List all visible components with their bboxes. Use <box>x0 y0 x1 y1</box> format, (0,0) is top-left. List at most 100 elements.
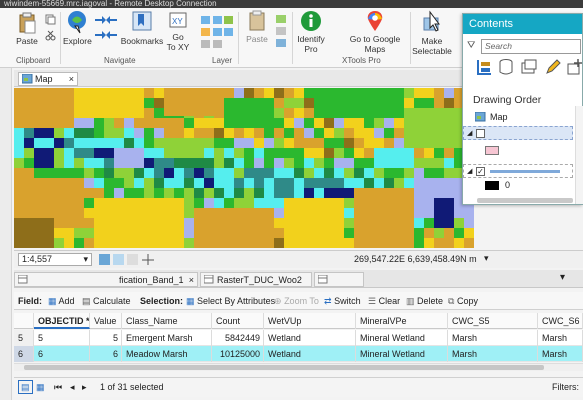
bookmarks-icon <box>132 11 152 31</box>
raster-cell <box>104 128 114 138</box>
select-by-attributes-button[interactable]: ▦ Select By Attributes <box>186 292 275 310</box>
identify-pro-button[interactable]: Identify Pro <box>294 10 328 54</box>
make-selectable-button[interactable]: Make Selectable <box>406 10 458 56</box>
map-nav-tools-icon[interactable] <box>98 253 162 267</box>
filter-icon[interactable]: ⛛ <box>467 40 475 51</box>
add-field-button[interactable]: ▦ Add <box>48 292 75 310</box>
map-tab[interactable]: Map × <box>18 72 78 86</box>
row-number[interactable]: 5 <box>14 330 34 346</box>
table-cell[interactable]: Wetland <box>264 330 356 346</box>
table-cell[interactable]: Meadow Marsh <box>122 346 212 362</box>
collapse-icon[interactable]: ◢ <box>467 127 472 141</box>
close-icon[interactable]: × <box>189 273 194 286</box>
database-icon[interactable] <box>499 59 513 75</box>
raster-map-canvas[interactable] <box>14 88 474 248</box>
scroll-thumb[interactable] <box>24 365 544 370</box>
close-icon[interactable]: × <box>69 73 74 85</box>
column-header[interactable]: CWC_S5 <box>448 313 538 329</box>
column-header[interactable]: MineralVPe <box>356 313 448 329</box>
layer-row-highlighted[interactable]: ◢ <box>463 126 573 140</box>
table-cell[interactable]: 10125000 <box>212 346 264 362</box>
raster-cell <box>284 128 294 138</box>
copy-button[interactable]: ⧉ Copy <box>448 292 478 310</box>
layers-icon[interactable] <box>521 59 537 75</box>
field-label: Field: <box>18 296 42 306</box>
nav-small-tools[interactable] <box>200 14 234 52</box>
table-cell[interactable]: 5842449 <box>212 330 264 346</box>
table-cell[interactable]: Mineral Wetland <box>356 346 448 362</box>
first-record-icon[interactable]: ⏮ <box>54 378 62 396</box>
table-row-selected[interactable]: 6 6 6 Meadow Marsh 10125000 Wetland Mine… <box>14 346 583 362</box>
zoom-to-button[interactable]: ⊕ Zoom To <box>274 292 319 310</box>
switch-selection-button[interactable]: ⇄ Switch <box>324 292 361 310</box>
table-cell[interactable]: 6 <box>90 346 122 362</box>
table-tab-third[interactable] <box>314 272 364 287</box>
collapse-icon[interactable]: ◢ <box>467 165 472 179</box>
column-header[interactable]: Value <box>90 313 122 329</box>
raster-cell <box>274 218 284 228</box>
table-cell[interactable]: 5 <box>90 330 122 346</box>
table-tab-classification[interactable]: fication_Band_1 × <box>14 272 198 287</box>
chevron-down-icon[interactable]: ▾ <box>560 272 565 283</box>
copy-icon <box>45 14 55 25</box>
column-header[interactable]: Class_Name <box>122 313 212 329</box>
layer-row-raster[interactable]: ◢ ✓ <box>463 164 573 178</box>
cut-button[interactable] <box>44 30 56 43</box>
raster-cell <box>264 148 274 158</box>
table-cell[interactable]: 5 <box>34 330 90 346</box>
table-view-icon[interactable]: ▤ <box>18 380 33 394</box>
previous-record-icon[interactable]: ◂ <box>70 378 75 396</box>
column-header[interactable]: CWC_S6 <box>538 313 583 329</box>
explore-button[interactable]: Explore <box>63 10 92 46</box>
copy-button[interactable] <box>44 14 56 27</box>
contents-hscrollbar[interactable] <box>477 198 573 203</box>
raster-cell <box>344 188 354 198</box>
layer-visibility-checkbox[interactable] <box>476 129 485 138</box>
next-record-icon[interactable]: ▸ <box>82 378 87 396</box>
drawing-order-icon[interactable] <box>475 58 493 76</box>
map-tree-item[interactable]: Map <box>463 110 583 124</box>
table-cell[interactable]: Marsh <box>538 346 583 362</box>
raster-cell <box>174 168 184 178</box>
table-cell[interactable]: Marsh <box>448 346 538 362</box>
table-tab-raster[interactable]: RasterT_DUC_Woo2 <box>200 272 312 287</box>
map-pin-icon <box>367 11 383 31</box>
calculate-field-button[interactable]: ▤ Calculate <box>82 292 131 310</box>
add-layer-icon[interactable] <box>567 59 583 75</box>
chevron-down-icon[interactable]: ▾ <box>484 253 489 264</box>
table-row[interactable]: 5 5 5 Emergent Marsh 5842449 Wetland Min… <box>14 330 583 346</box>
contents-search-input[interactable]: Search <box>481 39 581 54</box>
table-cell[interactable]: 6 <box>34 346 90 362</box>
goto-xy-button[interactable]: XY Go To XY <box>164 10 192 52</box>
layer-paste-button[interactable]: Paste <box>244 10 270 44</box>
horizontal-scrollbar[interactable] <box>14 363 583 371</box>
raster-cell <box>84 128 94 138</box>
table-cell[interactable]: Emergent Marsh <box>122 330 212 346</box>
raster-cell <box>124 138 134 148</box>
column-header[interactable]: OBJECTID * <box>34 313 90 329</box>
paste-button[interactable]: Paste <box>14 12 40 46</box>
scale-dropdown[interactable]: 1:4,557 ▾ <box>18 253 92 266</box>
map-tab-label: Map <box>35 74 53 84</box>
pencil-icon[interactable] <box>545 59 561 75</box>
layer-visibility-checkbox-checked[interactable]: ✓ <box>476 167 485 176</box>
clear-selection-button[interactable]: ☰ Clear <box>368 292 400 310</box>
table-cell[interactable]: Wetland <box>264 346 356 362</box>
column-header[interactable]: WetVUp <box>264 313 356 329</box>
raster-cell <box>184 118 194 128</box>
delete-button[interactable]: ▥ Delete <box>406 292 443 310</box>
nav-arrows[interactable] <box>92 14 120 44</box>
table-cell[interactable]: Mineral Wetland <box>356 330 448 346</box>
row-number[interactable]: 6 <box>14 346 34 362</box>
table-cell[interactable]: Marsh <box>448 330 538 346</box>
switch-icon: ⇄ <box>324 296 332 306</box>
bookmarks-button[interactable]: Bookmarks <box>120 10 164 46</box>
map-view[interactable] <box>14 88 474 248</box>
layer-small-tools[interactable] <box>274 14 288 50</box>
raster-cell <box>194 178 204 188</box>
table-cell[interactable]: Marsh <box>538 330 583 346</box>
contents-scrollbar[interactable] <box>575 106 583 204</box>
selected-view-icon[interactable]: ▦ <box>36 378 45 396</box>
goto-google-maps-button[interactable]: Go to Google Maps <box>344 10 406 54</box>
column-header[interactable]: Count <box>212 313 264 329</box>
